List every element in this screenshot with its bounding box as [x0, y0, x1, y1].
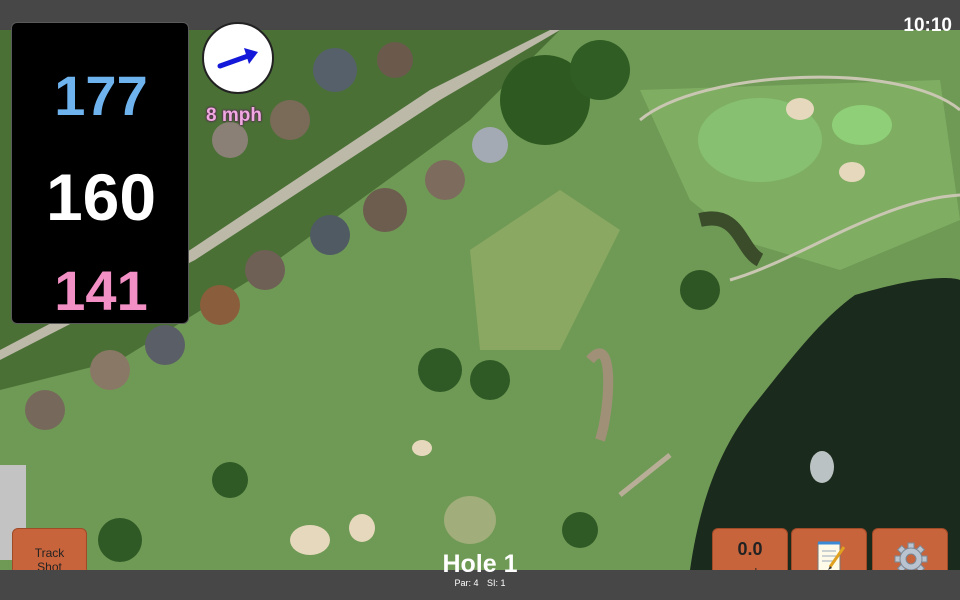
front-distance: 141 — [54, 259, 148, 322]
middle-distance: 160 — [45, 160, 157, 234]
back-distance: 177 — [54, 64, 148, 127]
hole-title: Hole 1 — [442, 550, 518, 578]
clock: 10:10 — [903, 15, 952, 36]
distance-panel: 177 160 141 — [11, 22, 189, 324]
hole-par: Par: 4 — [454, 578, 479, 588]
hole-stroke-index: SI: 1 — [487, 578, 506, 588]
hole-info: Par: 4 SI: 1 — [0, 578, 960, 588]
arrow-right-icon — [217, 48, 258, 69]
wind-direction-indicator — [202, 22, 274, 94]
wind-speed-label: 8 mph — [206, 105, 262, 126]
